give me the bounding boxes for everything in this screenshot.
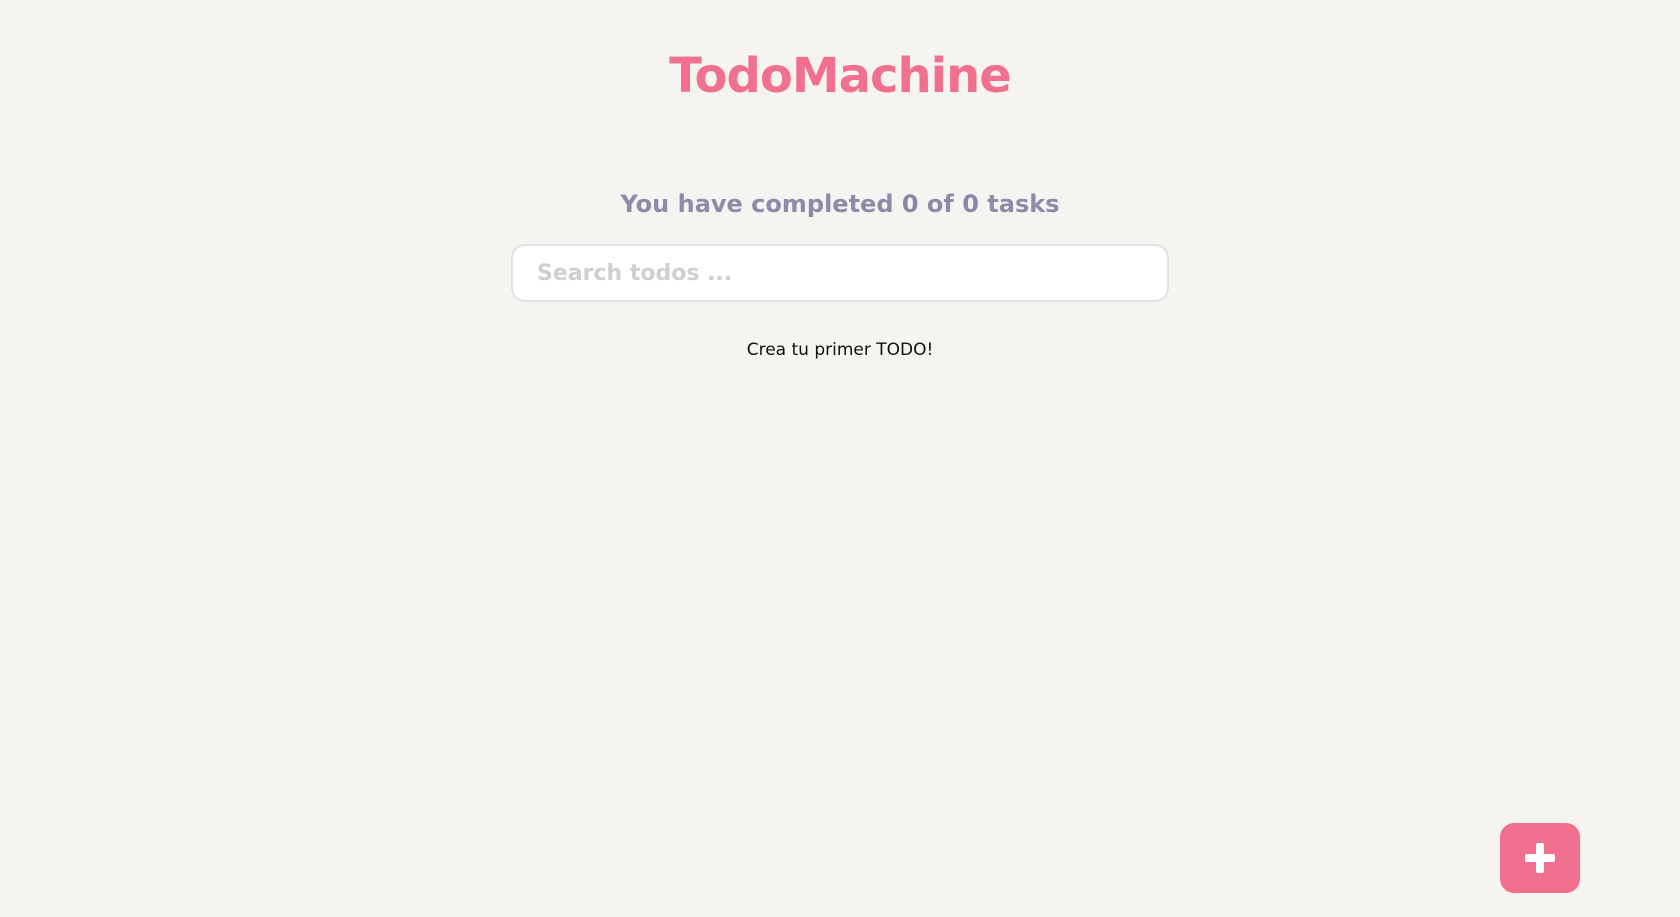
counter-prefix: You have completed: [620, 190, 894, 218]
app-title: TodoMachine: [669, 48, 1012, 104]
search-input[interactable]: [511, 244, 1169, 302]
counter-completed: 0: [901, 190, 919, 218]
plus-icon: [1525, 843, 1555, 873]
counter-middle: of: [926, 190, 954, 218]
app-root: TodoMachine You have completed 0 of 0 ta…: [0, 0, 1680, 917]
counter-suffix: tasks: [987, 190, 1060, 218]
todo-counter: You have completed 0 of 0 tasks: [0, 190, 1680, 218]
add-todo-button[interactable]: [1500, 823, 1580, 893]
empty-state-message: Crea tu primer TODO!: [746, 340, 934, 360]
counter-total: 0: [962, 190, 979, 218]
